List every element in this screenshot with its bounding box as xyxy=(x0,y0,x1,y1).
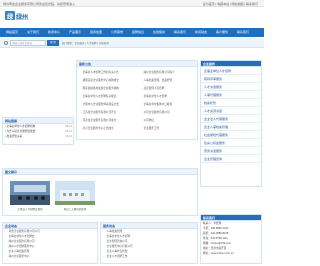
nav-item[interactable]: 客户服务 xyxy=(216,30,228,34)
image-caption: 新员工入职培训现场 xyxy=(63,208,87,211)
image-card[interactable]: 企事业人才招聘会现场 xyxy=(10,181,50,211)
notice-item[interactable]: · 公司企业服务有限公司 xyxy=(138,109,198,117)
nav-item[interactable]: 网站首页 xyxy=(6,30,18,34)
meeting-photo xyxy=(10,181,50,205)
main-nav: 网站首页 关于我们 新闻中心 产品展示 招商加盟 公司荣誉 招聘信息 在线留言 联系我们 新闻动态… xyxy=(0,28,264,37)
logo[interactable]: 绿 xyxy=(5,11,15,21)
nav-item[interactable]: 联系我们 xyxy=(237,30,249,34)
contact-line: 网址：www.lvzhou.com.cn xyxy=(203,252,234,255)
service-menu-item[interactable]: 人才派遣服务 xyxy=(201,83,261,91)
nav-item[interactable]: 产品展示 xyxy=(69,30,81,34)
nav-item[interactable]: 在线留言 xyxy=(153,30,165,34)
news-item[interactable]: · 绿州企业服务中心 xyxy=(3,254,97,259)
image-panel-title: 图文展示 xyxy=(3,169,197,175)
nav-item[interactable]: 新闻动态 xyxy=(195,30,207,34)
links-panel: 网站链接 • 企事业单位人才招聘机构 09-21 • 为什么说企业服务很重要 09-2… xyxy=(2,117,74,145)
notice-item[interactable]: · 企事业单位集体户口挂靠 xyxy=(138,101,198,109)
service-menu-item[interactable]: 企业人事档案管理 xyxy=(201,123,261,131)
notice-item[interactable]: · 企事业单位人才招聘有关规定 xyxy=(77,93,137,101)
link-item[interactable]: • 档案托管关系 09-21 xyxy=(3,134,73,139)
nav-item[interactable]: 新闻中心 xyxy=(48,30,60,34)
welcome-text: 绿州黄金企业服务有限公司欢迎您光临，请您登录进入 xyxy=(3,2,76,6)
logo-subtitle: lvzhou.com.cn xyxy=(16,19,29,21)
service-menu-item[interactable]: 职称评审服务 xyxy=(201,75,261,83)
service-menu-item[interactable]: 劳务派遣服务 xyxy=(201,147,261,155)
notice-item[interactable]: · 江苏省企业服务有限公司开业 xyxy=(77,109,137,117)
search-icon xyxy=(4,41,8,45)
link-text[interactable]: • 档案托管关系 xyxy=(5,135,22,138)
hot-search[interactable]: 热门搜索：企业服务 | 人才招聘 | 在线咨询 xyxy=(62,41,109,45)
link-date: 09-21 xyxy=(65,135,72,138)
service-menu-item[interactable]: 企事业单位人才招聘 xyxy=(201,67,261,75)
notice-item[interactable]: · 国家鼓励各地发展企业服务机构 xyxy=(77,85,137,93)
service-menu-item[interactable]: 住房公积金服务 xyxy=(201,139,261,147)
news-panel-b: 服务动态 · 人事档案管理 · 企事业单位人才招聘 · 企业管理咨询公司 · 企业服务… xyxy=(100,222,198,264)
nav-item[interactable]: 关于我们 xyxy=(27,30,39,34)
service-menu-item[interactable]: 人事代理服务 xyxy=(201,91,261,99)
notice-item[interactable]: · 绿州企业服务有限公司简介 xyxy=(138,69,198,77)
notice-item[interactable]: · 公司地址 xyxy=(138,117,198,125)
nav-item[interactable]: 招聘信息 xyxy=(132,30,144,34)
service-menu-item[interactable]: 人才资源派遣 xyxy=(201,107,261,115)
notice-item[interactable]: · 高层管理人员招聘 xyxy=(138,85,198,93)
header xyxy=(0,7,264,26)
contact-panel: 联系我们 联系人：李经理 手机：186-8882-1211 座机：022-4886-… xyxy=(200,214,262,264)
notice-panel: 最新公告 · 企事业人才招聘工作的有关公告 · 我国首家企业服务中心挂牌成立 · 国… xyxy=(76,60,198,140)
service-menu: 企业服务 企事业单位人才招聘 职称评审服务 人才派遣服务 人事代理服务 档案托管 人才资源… xyxy=(200,60,262,187)
notice-item[interactable]: · 企事业单位人才招聘 xyxy=(138,93,198,101)
notice-item[interactable]: · 全国中小企业服务体系建设大会 xyxy=(77,101,137,109)
building-photo xyxy=(55,181,95,205)
notice-item[interactable]: · 人事档案管理，档案托管 xyxy=(138,77,198,85)
notice-item[interactable]: · 企业服务工作 xyxy=(138,125,198,133)
nav-item[interactable]: 公司荣誉 xyxy=(111,30,123,34)
image-caption: 企事业人才招聘会现场 xyxy=(17,208,43,211)
service-menu-item[interactable]: 档案托管 xyxy=(201,99,261,107)
service-menu-item[interactable]: 企业法人代理服务 xyxy=(201,115,261,123)
link-text[interactable]: • 企事业单位人才招聘机构 xyxy=(5,125,35,128)
nav-item[interactable]: 联系我们 xyxy=(174,30,186,34)
notice-title: 最新公告 xyxy=(77,61,197,67)
notice-item[interactable]: · 我国首家企业服务中心挂牌成立 xyxy=(77,77,137,85)
service-menu-item[interactable]: 企业管理咨询 xyxy=(201,155,261,163)
search-button[interactable]: 搜 索 xyxy=(47,40,59,46)
link-text[interactable]: • 为什么说企业服务很重要 xyxy=(5,130,35,133)
notice-item[interactable]: · 企事业人才招聘工作的有关公告 xyxy=(77,69,137,77)
image-card[interactable]: 新员工入职培训现场 xyxy=(55,181,95,211)
notice-item[interactable]: · 北京企业服务中心正式成立 xyxy=(77,125,137,133)
search-input[interactable]: 请输入搜索关键词 xyxy=(10,40,46,46)
top-links[interactable]: 设为首页 | 收藏本站 | 网站地图 | 联系我们 xyxy=(203,2,258,6)
nav-item[interactable]: 招商加盟 xyxy=(90,30,102,34)
news-panel-a: 企业动态 · 黄金企业服务有限公司公司 · 企事业单位人才招聘会 · 绿州企业服务有… xyxy=(2,222,98,264)
notice-item[interactable]: · 河北省企业服务有限公司成立 xyxy=(77,117,137,125)
service-menu-item[interactable]: 社会保险代理服务 xyxy=(201,131,261,139)
top-bar: 绿州黄金企业服务有限公司欢迎您光临，请您登录进入 设为首页 | 收藏本站 | 网… xyxy=(0,0,264,7)
news-item[interactable]: · 企业人才招聘工作 xyxy=(101,254,197,259)
